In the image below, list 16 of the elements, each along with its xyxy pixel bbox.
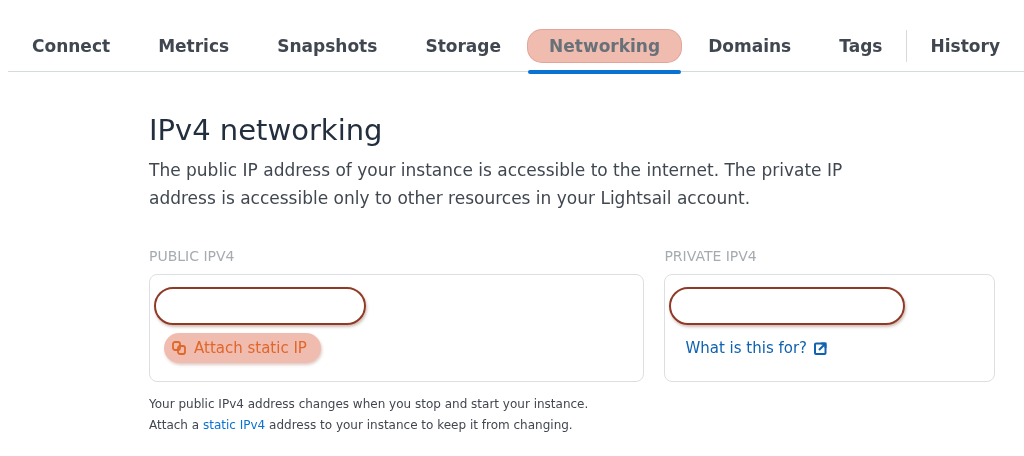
tab[interactable]: Storage [404, 29, 522, 62]
static-ipv4-link[interactable]: static IPv4 [202, 418, 266, 432]
tab[interactable]: History [909, 29, 1021, 62]
tab[interactable]: Tags [818, 29, 904, 62]
section-title: IPv4 networking [149, 112, 384, 148]
link-icon [172, 341, 186, 355]
tab[interactable]: Domains [687, 29, 813, 62]
tab[interactable]: Snapshots [256, 29, 399, 62]
tab[interactable]: Connect [11, 29, 132, 62]
field-label: PUBLIC IPV4 [149, 248, 236, 264]
external-link-icon [814, 341, 828, 355]
help-link[interactable]: What is this for? [685, 339, 990, 357]
field-label: PRIVATE IPV4 [664, 248, 758, 264]
tab[interactable]: Metrics [137, 29, 251, 62]
footnote: Your public IPv4 address changes when you stop and start your instance. Attach a static IPv4 address to your instance to keep it from changing. [149, 396, 590, 434]
section-description: The public IP address of your instance is accessible to the internet. The private IP address is accessible only to other resources in your Lightsail account. [149, 159, 844, 210]
